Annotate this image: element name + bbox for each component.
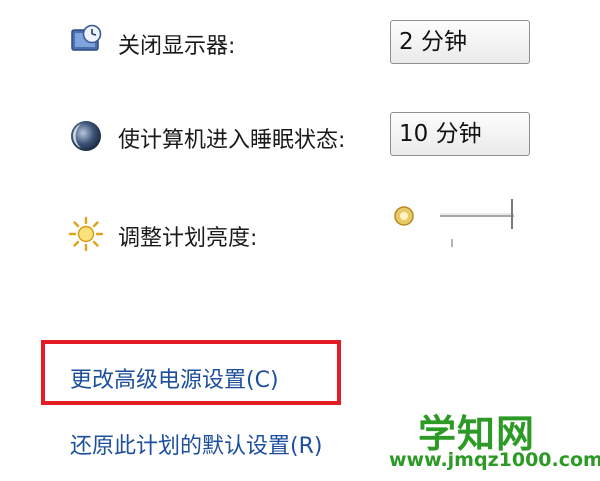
power-plan-settings-panel: 关闭显示器: 2 分钟 使计算机进入睡眠状态: 10 分钟 调整计划亮度: 更改…: [0, 0, 600, 481]
restore-defaults-link[interactable]: 还原此计划的默认设置(R): [70, 428, 322, 460]
turn-off-display-label: 关闭显示器:: [118, 34, 236, 59]
sleep-label: 使计算机进入睡眠状态:: [118, 128, 346, 153]
watermark-url: www.jmqz1000.com: [389, 449, 600, 471]
monitor-clock-icon: [70, 24, 104, 54]
turn-off-display-select[interactable]: 2 分钟: [390, 20, 530, 64]
brightness-slider[interactable]: [390, 195, 520, 255]
moon-icon: [68, 118, 104, 154]
sleep-select[interactable]: 10 分钟: [390, 112, 530, 156]
sun-icon: [68, 216, 104, 252]
change-advanced-power-settings-link[interactable]: 更改高级电源设置(C): [70, 362, 279, 394]
dim-sun-icon: [394, 206, 414, 226]
brightness-label: 调整计划亮度:: [118, 226, 258, 251]
